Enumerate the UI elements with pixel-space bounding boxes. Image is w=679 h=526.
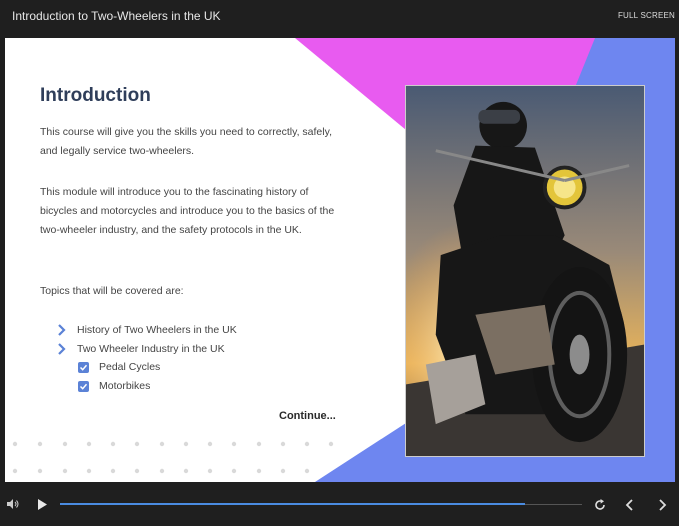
topic-label: History of Two Wheelers in the UK (77, 324, 237, 336)
intro-paragraph: This course will give you the skills you… (40, 126, 332, 157)
course-player: Introduction to Two-Wheelers in the UK F… (0, 0, 679, 526)
progress-fill (60, 503, 525, 505)
module-paragraph: This module will introduce you to the fa… (40, 186, 335, 236)
slide-heading: Introduction (40, 85, 151, 106)
previous-icon[interactable] (625, 499, 635, 511)
fullscreen-button[interactable]: FULL SCREEN (618, 11, 675, 20)
subtopic-label: Motorbikes (99, 380, 151, 392)
checkbox-icon (78, 380, 89, 392)
continue-link[interactable]: Continue... (279, 410, 336, 422)
volume-icon[interactable] (7, 499, 19, 509)
progress-bar[interactable] (60, 503, 582, 505)
checkbox-icon (78, 361, 89, 373)
next-icon[interactable] (657, 499, 667, 511)
subtopic-item: Motorbikes (78, 378, 150, 394)
slide-canvas: Introduction This course will give you t… (5, 38, 675, 482)
topic-item: Two Wheeler Industry in the UK (55, 341, 225, 357)
player-controls (0, 482, 679, 526)
motorcycle-photo (405, 85, 645, 457)
play-icon[interactable] (37, 499, 47, 510)
replay-icon[interactable] (594, 499, 606, 511)
dot-pattern (12, 441, 334, 474)
course-title: Introduction to Two-Wheelers in the UK (12, 9, 221, 23)
topic-item: History of Two Wheelers in the UK (55, 322, 237, 338)
chevron-right-icon (58, 343, 66, 355)
subtopic-item: Pedal Cycles (78, 359, 160, 375)
top-bar: Introduction to Two-Wheelers in the UK F… (0, 0, 679, 38)
chevron-right-icon (58, 324, 66, 336)
topic-label: Two Wheeler Industry in the UK (77, 343, 225, 355)
subtopic-label: Pedal Cycles (99, 361, 161, 373)
topics-intro: Topics that will be covered are: (40, 285, 184, 297)
